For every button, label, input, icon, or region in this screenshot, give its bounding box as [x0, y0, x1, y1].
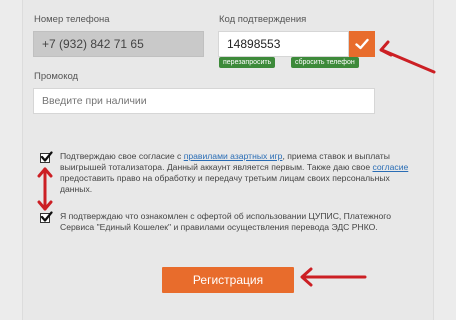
phone-field[interactable]: +7 (932) 842 71 65 — [33, 31, 204, 57]
consent1-text-before: Подтверждаю свое согласие с — [60, 151, 184, 161]
consent1-checkbox[interactable] — [40, 151, 53, 163]
annotation-double-arrow — [37, 167, 53, 211]
code-input[interactable]: 14898553 — [218, 31, 349, 57]
consent2-checkbox[interactable] — [40, 211, 53, 223]
check-icon — [355, 38, 369, 50]
annotation-arrow-register — [300, 267, 367, 287]
consent1-text: Подтверждаю свое согласие с правилами аз… — [60, 151, 412, 195]
resend-code-button[interactable]: перезапросить — [219, 57, 276, 68]
consent1-text-after: предоставить право на обработку и переда… — [60, 173, 390, 194]
promo-label: Промокод — [34, 71, 79, 82]
reset-phone-button[interactable]: сбросить телефон — [291, 57, 359, 68]
checkmark-icon — [40, 211, 53, 222]
checkmark-icon — [40, 151, 53, 162]
register-button[interactable]: Регистрация — [162, 267, 294, 293]
annotation-arrow-code — [379, 40, 436, 74]
rules-link[interactable]: правилами азартных игр — [184, 151, 283, 161]
consent-link[interactable]: согласие — [373, 162, 409, 172]
code-label: Код подтверждения — [219, 14, 307, 25]
promo-input[interactable] — [33, 88, 375, 114]
consent2-text: Я подтверждаю что ознакомлен с офертой о… — [60, 211, 391, 232]
confirm-code-button[interactable] — [349, 31, 375, 57]
phone-label: Номер телефона — [34, 14, 110, 25]
